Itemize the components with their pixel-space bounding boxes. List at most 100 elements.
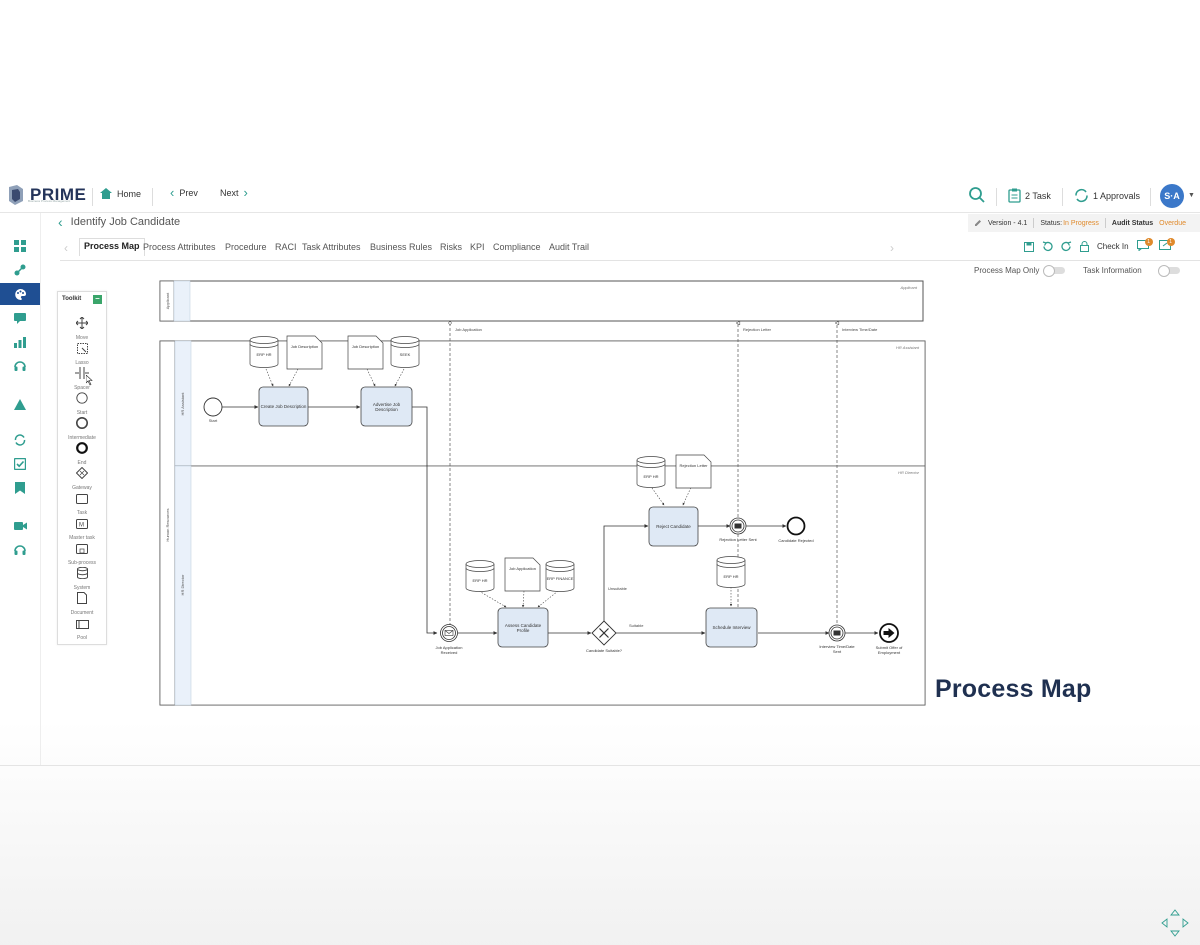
chevron-right-icon: › xyxy=(243,185,248,200)
task-label: Schedule Interview xyxy=(712,625,751,630)
start-event-label: Start xyxy=(209,418,218,423)
version-status-bar: Version - 4.1 Status: In Progress Audit … xyxy=(968,214,1200,232)
sidebar-refresh[interactable] xyxy=(0,429,40,451)
tool-pool[interactable]: Pool xyxy=(58,616,106,641)
tool-start[interactable]: Start xyxy=(58,391,106,416)
task-information-toggle[interactable]: Task Information xyxy=(1083,265,1180,277)
header-divider xyxy=(1150,188,1151,206)
sidebar-hierarchy[interactable] xyxy=(0,259,40,281)
next-button[interactable]: Next › xyxy=(220,185,248,200)
tool-end[interactable]: End xyxy=(58,441,106,466)
user-avatar[interactable]: S·A xyxy=(1160,184,1184,208)
system-erp-hr-3[interactable]: ERP HR xyxy=(636,456,666,488)
tab-scroll-left[interactable]: ‹ xyxy=(64,241,68,255)
lock-icon[interactable] xyxy=(1080,241,1089,252)
process-map-canvas[interactable]: Applicant Applicant Human Resources HR A… xyxy=(155,280,930,710)
chevron-left-icon[interactable]: ‹ xyxy=(58,214,63,230)
sidebar-reports[interactable] xyxy=(0,331,40,353)
comments-badge: 1 xyxy=(1144,238,1153,246)
sidebar-process-designer[interactable] xyxy=(0,283,40,305)
event-label: Interview Time/Date Sent xyxy=(819,644,855,654)
tab-compliance[interactable]: Compliance xyxy=(493,242,541,252)
document-icon xyxy=(77,592,87,604)
task-reject-candidate[interactable]: Reject Candidate xyxy=(648,506,699,547)
tool-master-task[interactable]: M Master task xyxy=(58,516,106,541)
task-schedule-interview[interactable]: Schedule Interview xyxy=(705,607,758,648)
pan-control-icon[interactable] xyxy=(1160,908,1190,938)
tab-procedure[interactable]: Procedure xyxy=(225,242,267,252)
tool-document[interactable]: Document xyxy=(58,591,106,616)
tab-business-rules[interactable]: Business Rules xyxy=(370,242,432,252)
process-map-only-switch[interactable] xyxy=(1043,265,1066,277)
tab-audit-trail[interactable]: Audit Trail xyxy=(549,242,589,252)
sidebar-bookmarks[interactable] xyxy=(0,477,40,499)
tool-intermediate[interactable]: Intermediate xyxy=(58,416,106,441)
task-information-label: Task Information xyxy=(1083,266,1142,275)
home-button[interactable]: Home xyxy=(100,188,141,199)
sidebar-messages[interactable] xyxy=(0,307,40,329)
system-seek[interactable]: SEEK xyxy=(390,336,420,368)
task-advertise-job-description[interactable]: Advertise Job Description xyxy=(360,386,413,427)
approvals-label: 1 Approvals xyxy=(1093,190,1141,201)
document-label: Job Description xyxy=(290,344,319,349)
comments-button[interactable]: 1 xyxy=(1136,238,1153,253)
tool-move[interactable]: Move xyxy=(58,316,106,341)
document-job-application[interactable]: Job Application xyxy=(504,557,541,592)
sidebar-approvals[interactable] xyxy=(0,453,40,475)
document-rejection-letter[interactable]: Rejection Letter xyxy=(675,454,712,489)
undo-icon[interactable] xyxy=(1042,241,1053,252)
sidebar-dashboard[interactable] xyxy=(0,235,40,257)
system-erp-hr-1[interactable]: ERP HR xyxy=(249,336,279,368)
tasks-button[interactable]: 2 Task xyxy=(1008,188,1051,203)
check-in-button[interactable]: Check In xyxy=(1097,242,1129,251)
tab-raci[interactable]: RACI xyxy=(275,242,297,252)
document-job-description-1[interactable]: Job Description xyxy=(286,335,323,370)
tab-kpi[interactable]: KPI xyxy=(470,242,485,252)
sidebar-video[interactable] xyxy=(0,515,40,537)
toolkit-minimize-button[interactable]: – xyxy=(93,294,102,304)
system-erp-finance[interactable]: ERP FINANCE xyxy=(545,560,575,592)
tab-task-attributes[interactable]: Task Attributes xyxy=(302,242,361,252)
tool-sub-process[interactable]: Sub-process xyxy=(58,541,106,566)
breadcrumb[interactable]: ‹ Identify Job Candidate xyxy=(58,214,180,230)
system-erp-hr-4[interactable]: ERP HR xyxy=(716,556,746,588)
system-label: ERP HR xyxy=(643,474,658,479)
task-assess-candidate-profile[interactable]: Assess Candidate Profile xyxy=(497,607,549,648)
tool-spacer[interactable]: Spacer xyxy=(58,366,106,391)
export-button[interactable]: 1 xyxy=(1158,238,1175,253)
status-value: In Progress xyxy=(1063,219,1099,227)
system-label: ERP FINANCE xyxy=(547,576,574,581)
sidebar-help[interactable] xyxy=(0,539,40,561)
document-job-description-2[interactable]: Job Description xyxy=(347,335,384,370)
approvals-button[interactable]: 1 Approvals xyxy=(1074,188,1140,203)
tasks-label: 2 Task xyxy=(1025,190,1051,201)
system-erp-hr-2[interactable]: ERP HR xyxy=(465,560,495,592)
tool-system[interactable]: System xyxy=(58,566,106,591)
search-icon[interactable] xyxy=(968,186,986,204)
logo-subtitle: Business Process Management xyxy=(28,199,71,203)
toolkit-header: Toolkit – xyxy=(58,292,106,306)
logo-icon xyxy=(9,185,23,205)
redo-icon[interactable] xyxy=(1061,241,1072,252)
prev-button[interactable]: ‹ Prev xyxy=(170,186,198,199)
tool-lasso[interactable]: Lasso xyxy=(58,341,106,366)
task-information-switch[interactable] xyxy=(1157,265,1180,277)
tool-gateway[interactable]: Gateway xyxy=(58,466,106,491)
tab-scroll-right[interactable]: › xyxy=(890,241,894,255)
task-create-job-description[interactable]: Create Job Description xyxy=(258,386,309,427)
tool-task[interactable]: Task xyxy=(58,491,106,516)
tab-process-map[interactable]: Process Map xyxy=(79,238,145,256)
master-task-icon: M xyxy=(76,519,88,529)
prev-label: Prev xyxy=(179,188,198,198)
hr-assistant-lane-label: HR Assistant xyxy=(180,392,185,416)
process-map-only-toggle[interactable]: Process Map Only xyxy=(974,265,1066,277)
tab-process-attributes[interactable]: Process Attributes xyxy=(143,242,216,252)
flow-label-suitable: Suitable xyxy=(629,623,644,628)
tab-risks[interactable]: Risks xyxy=(440,242,462,252)
sidebar-alerts[interactable] xyxy=(0,393,40,415)
sidebar-support[interactable] xyxy=(0,355,40,377)
flow-label-unsuitable: Unsuitable xyxy=(608,586,628,591)
applicant-pool[interactable]: Applicant Applicant xyxy=(159,280,924,322)
chevron-down-icon[interactable]: ▼ xyxy=(1188,192,1195,199)
save-icon[interactable] xyxy=(1024,241,1034,252)
